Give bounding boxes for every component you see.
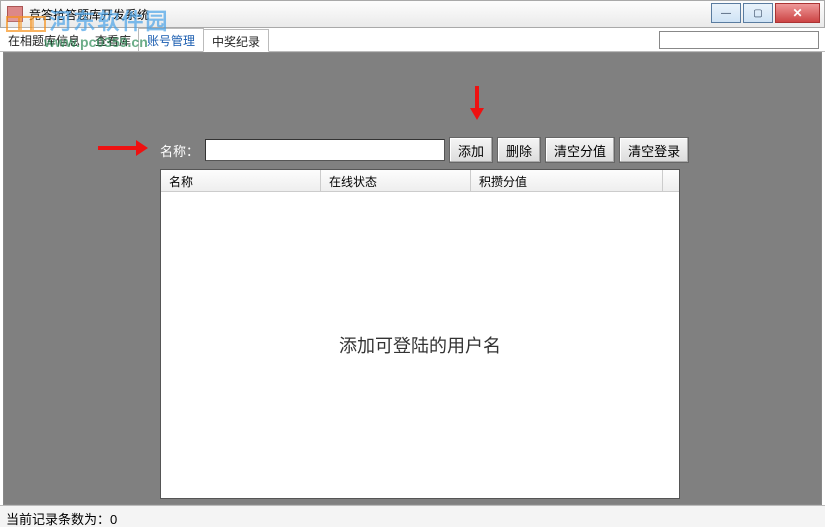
col-name[interactable]: 名称 [161, 170, 321, 191]
col-online[interactable]: 在线状态 [321, 170, 471, 191]
controls-row: 名称： 添加 删除 清空分值 清空登录 [160, 137, 689, 163]
name-label: 名称： [160, 141, 199, 160]
name-input[interactable] [205, 139, 445, 161]
minimize-button[interactable]: — [711, 3, 741, 23]
tab-bar: 在相题库信息 查看库 账号管理 中奖纪录 [0, 28, 825, 52]
tab-account-manage[interactable]: 账号管理 [138, 28, 204, 51]
tab-prize-record[interactable]: 中奖纪录 [203, 29, 269, 52]
main-panel: 名称： 添加 删除 清空分值 清空登录 名称 在线状态 积攒分值 添加可登陆的用… [3, 52, 822, 505]
status-text: 当前记录条数为：0 [6, 512, 117, 527]
tab-view-library[interactable]: 查看库 [87, 28, 139, 51]
table-header: 名称 在线状态 积攒分值 [161, 170, 679, 192]
delete-button[interactable]: 删除 [497, 137, 541, 163]
toolbar-search-input[interactable] [659, 31, 819, 49]
maximize-button[interactable]: ▢ [743, 3, 773, 23]
title-bar: 竞答抢答题库开发系统 — ▢ ✕ [0, 0, 825, 28]
status-bar: 当前记录条数为：0 [0, 505, 825, 527]
close-button[interactable]: ✕ [775, 3, 820, 23]
col-score[interactable]: 积攒分值 [471, 170, 663, 191]
app-icon [7, 6, 23, 22]
app-title: 竞答抢答题库开发系统 [29, 6, 149, 23]
clear-score-button[interactable]: 清空分值 [545, 137, 615, 163]
clear-login-button[interactable]: 清空登录 [619, 137, 689, 163]
add-button[interactable]: 添加 [449, 137, 493, 163]
col-extra [663, 170, 679, 191]
table-empty-message: 添加可登陆的用户名 [161, 192, 679, 498]
user-table: 名称 在线状态 积攒分值 添加可登陆的用户名 [160, 169, 680, 499]
tab-library-info[interactable]: 在相题库信息 [0, 28, 88, 51]
